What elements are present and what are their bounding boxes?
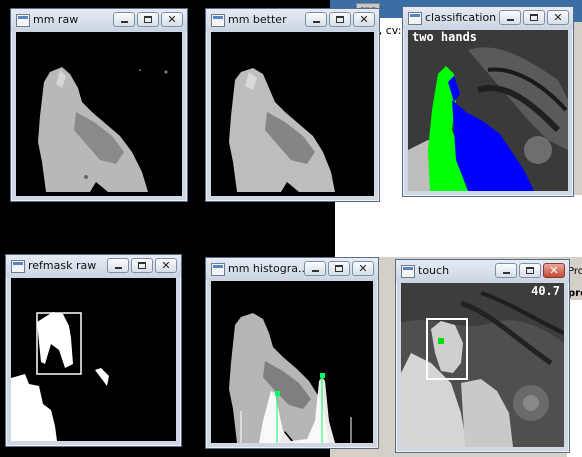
close-button[interactable]: ✕ bbox=[543, 263, 565, 278]
classification-titlebar[interactable]: classification ✕ bbox=[403, 7, 573, 29]
close-icon: ✕ bbox=[161, 259, 171, 272]
maximize-button[interactable] bbox=[137, 12, 159, 27]
minimize-button[interactable] bbox=[495, 263, 517, 278]
mm-histogram-window[interactable]: mm histogra... ✕ bbox=[205, 257, 379, 449]
minimize-button[interactable] bbox=[304, 261, 326, 276]
classification-image: two hands bbox=[408, 30, 568, 191]
window-app-icon bbox=[401, 265, 415, 278]
refmask-raw-image bbox=[11, 278, 176, 441]
mm-better-window[interactable]: mm better ✕ bbox=[205, 8, 380, 202]
window-app-icon bbox=[211, 14, 225, 27]
minimize-button[interactable] bbox=[499, 10, 521, 25]
touch-titlebar[interactable]: touch ✕ bbox=[396, 260, 569, 282]
minimize-icon bbox=[313, 21, 320, 23]
close-icon: ✕ bbox=[358, 262, 368, 275]
minimize-icon bbox=[115, 267, 122, 269]
maximize-icon bbox=[144, 16, 152, 23]
touch-value-label: 40.7 bbox=[531, 284, 560, 298]
close-button[interactable]: ✕ bbox=[155, 258, 177, 273]
window-app-icon bbox=[11, 260, 25, 273]
touch-point-marker bbox=[438, 338, 444, 344]
maximize-icon bbox=[530, 14, 538, 21]
histogram-peak-marker bbox=[275, 391, 280, 396]
classification-title: classification bbox=[425, 11, 497, 24]
touch-image: 40.7 bbox=[401, 283, 564, 447]
maximize-icon bbox=[335, 265, 343, 272]
minimize-button[interactable] bbox=[107, 258, 129, 273]
mm-raw-titlebar[interactable]: mm raw ✕ bbox=[11, 9, 187, 31]
touch-title: touch bbox=[418, 264, 450, 277]
minimize-button[interactable] bbox=[305, 12, 327, 27]
minimize-icon bbox=[503, 272, 510, 274]
mm-raw-image bbox=[16, 32, 182, 196]
refmask-raw-title: refmask raw bbox=[28, 259, 97, 272]
mm-better-title: mm better bbox=[228, 13, 287, 26]
mm-better-titlebar[interactable]: mm better ✕ bbox=[206, 9, 379, 31]
maximize-button[interactable] bbox=[519, 263, 541, 278]
mm-raw-title: mm raw bbox=[33, 13, 79, 26]
minimize-icon bbox=[121, 21, 128, 23]
close-button[interactable]: ✕ bbox=[547, 10, 569, 25]
mm-better-image bbox=[211, 32, 374, 196]
ide-panel-label: Pro bbox=[568, 266, 582, 277]
window-app-icon bbox=[211, 263, 225, 276]
refmask-raw-window[interactable]: refmask raw ✕ bbox=[5, 254, 182, 447]
close-icon: ✕ bbox=[359, 13, 369, 26]
mm-histogram-image bbox=[211, 281, 373, 443]
console-background bbox=[0, 195, 335, 257]
maximize-button[interactable] bbox=[131, 258, 153, 273]
minimize-icon bbox=[507, 19, 514, 21]
ide-panel-label-2: pro bbox=[568, 288, 582, 299]
touch-window[interactable]: touch ✕ 40.7 bbox=[395, 259, 570, 453]
refmask-raw-titlebar[interactable]: refmask raw ✕ bbox=[6, 255, 181, 277]
minimize-icon bbox=[312, 270, 319, 272]
mm-histogram-titlebar[interactable]: mm histogra... ✕ bbox=[206, 258, 378, 280]
close-button[interactable]: ✕ bbox=[352, 261, 374, 276]
maximize-button[interactable] bbox=[523, 10, 545, 25]
maximize-button[interactable] bbox=[329, 12, 351, 27]
mm-raw-window[interactable]: mm raw ✕ bbox=[10, 8, 188, 202]
close-icon: ✕ bbox=[549, 264, 559, 277]
mm-histogram-title: mm histogra... bbox=[228, 262, 309, 275]
window-app-icon bbox=[16, 14, 30, 27]
maximize-button[interactable] bbox=[328, 261, 350, 276]
window-app-icon bbox=[408, 12, 422, 25]
close-button[interactable]: ✕ bbox=[161, 12, 183, 27]
classification-label: two hands bbox=[412, 30, 478, 44]
close-button[interactable]: ✕ bbox=[353, 12, 375, 27]
ide-lower-pane bbox=[335, 195, 582, 257]
maximize-icon bbox=[336, 16, 344, 23]
close-icon: ✕ bbox=[553, 11, 563, 24]
maximize-icon bbox=[526, 267, 534, 274]
maximize-icon bbox=[138, 262, 146, 269]
histogram-peak-marker bbox=[320, 373, 325, 378]
minimize-button[interactable] bbox=[113, 12, 135, 27]
classification-window[interactable]: classification ✕ two hands bbox=[402, 6, 574, 197]
close-icon: ✕ bbox=[167, 13, 177, 26]
